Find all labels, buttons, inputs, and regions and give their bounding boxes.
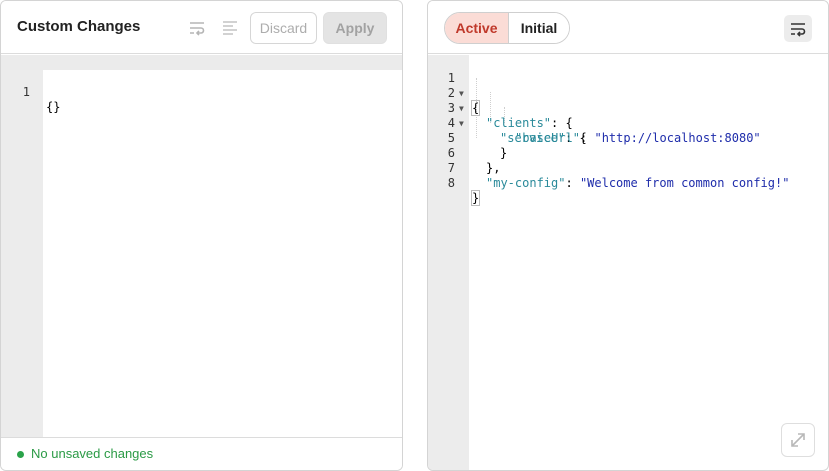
config-json-editor[interactable]: 1 ▼ { 2 ▼ "clients": { 3 ▼ "service": { … [428, 55, 828, 470]
code-text: } [470, 190, 481, 206]
panel-title: Custom Changes [17, 18, 141, 35]
editor-line: 5 } [428, 116, 828, 160]
editor-line: 8 } [428, 161, 828, 206]
editor-line: 4 "baseUrl": "http://localhost:8080" [428, 101, 828, 145]
editor-line: 7 "my-config": "Welcome from common conf… [428, 146, 828, 190]
status-dot [17, 451, 24, 458]
apply-button[interactable]: Apply [323, 12, 387, 44]
close-brace: } [470, 190, 481, 206]
wrap-lines-icon[interactable] [184, 15, 210, 41]
discard-button[interactable]: Discard [250, 12, 317, 44]
view-toggle: Active Initial [444, 12, 570, 44]
tab-active[interactable]: Active [445, 13, 509, 43]
active-line-highlight [1, 55, 402, 70]
json-string: "Welcome from common config!" [579, 176, 790, 190]
editor-line: 2 ▼ "clients": { [428, 71, 828, 130]
status-bar: No unsaved changes [1, 437, 402, 470]
code-text: {} [46, 100, 61, 114]
editor-line: 6 }, [428, 131, 828, 175]
editor-line: 1 ▼ { [428, 56, 828, 116]
editor-line: 1 {} [1, 55, 402, 114]
expand-diagonal-icon[interactable] [781, 423, 815, 457]
custom-changes-panel: Custom Changes Discard Apply 1 {} No uns… [0, 0, 403, 471]
align-left-icon[interactable] [217, 15, 243, 41]
code-text: "my-config": "Welcome from common config… [486, 176, 790, 190]
line-number: 1 [22, 85, 30, 99]
config-view-header: Active Initial [428, 1, 828, 54]
editor-line: 3 ▼ "service": { [428, 86, 828, 145]
custom-changes-editor[interactable]: 1 {} [1, 55, 402, 470]
json-key: "my-config" [486, 176, 566, 190]
custom-changes-header: Custom Changes Discard Apply [1, 1, 402, 54]
config-view-panel: Active Initial 1 ▼ { 2 ▼ "clients": {3 … [427, 0, 829, 471]
wrap-lines-icon[interactable] [784, 15, 812, 42]
status-text: No unsaved changes [31, 446, 154, 461]
tab-initial[interactable]: Initial [509, 13, 569, 43]
line-number: 8 [447, 176, 455, 190]
